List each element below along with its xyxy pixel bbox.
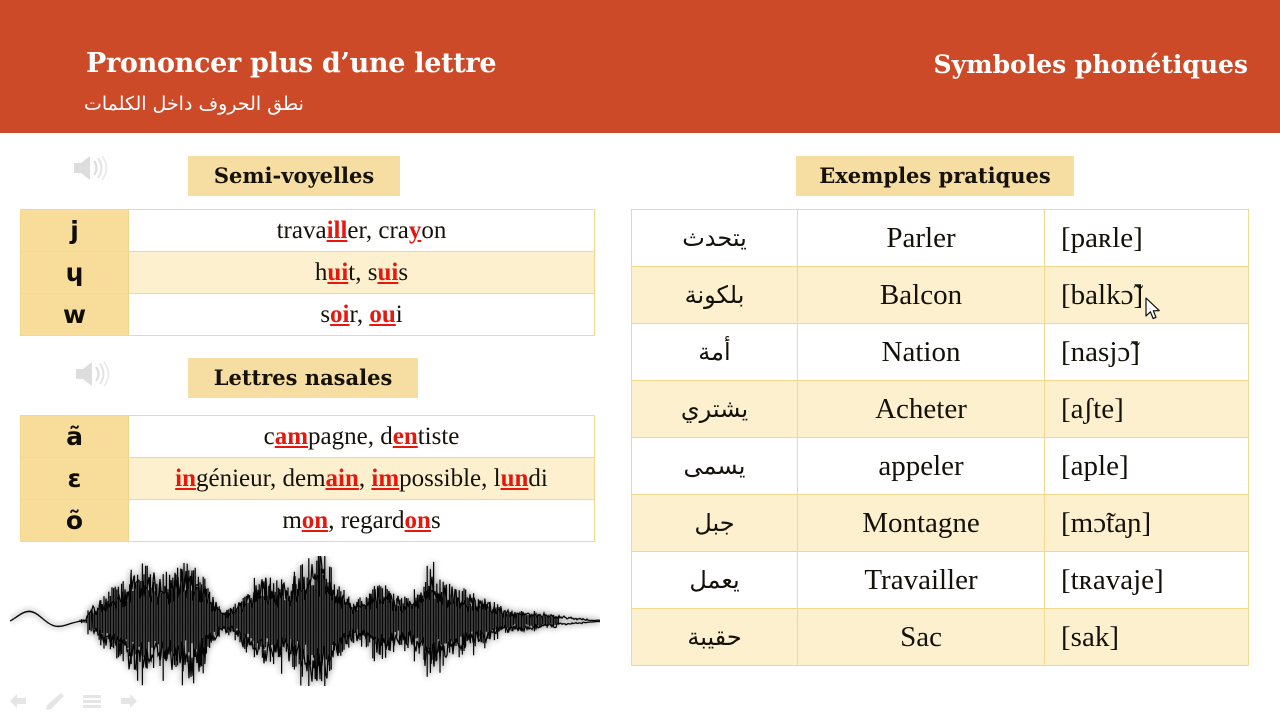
- phonetic-transcription: [sak]: [1044, 608, 1249, 666]
- semi-voyelle-examples: huit, suis: [128, 251, 595, 294]
- lettre-nasale-symbol: ã: [20, 415, 129, 458]
- menu-icon[interactable]: [82, 692, 102, 710]
- page-subtitle-arabic: نطق الحروف داخل الكلمات: [84, 93, 304, 115]
- exemples-pratiques-table: يتحدث Parler [paʀle] بلكونة Balcon [balkɔ̃] أم…: [631, 209, 1249, 666]
- table-row: يتحدث Parler [paʀle]: [631, 209, 1249, 267]
- semi-voyelles-table-body: j travailler, crayon ɥ huit, suis w soir, oui: [20, 209, 595, 336]
- page-title: Prononcer plus d’une lettre: [86, 48, 497, 79]
- table-row: ɥ huit, suis: [20, 251, 595, 294]
- speaker-icon[interactable]: [70, 152, 110, 184]
- semi-voyelle-symbol: ɥ: [20, 251, 129, 294]
- table-row: جبل Montagne [mɔ̃taɲ]: [631, 494, 1249, 552]
- arabic-word: يسمى: [631, 437, 798, 495]
- lettre-nasale-symbol: õ: [20, 499, 129, 542]
- table-row: ã campagne, dentiste: [20, 415, 595, 458]
- phonetic-transcription: [mɔ̃taɲ]: [1044, 494, 1249, 552]
- phonetic-transcription: [aple]: [1044, 437, 1249, 495]
- arabic-word: بلكونة: [631, 266, 798, 324]
- semi-voyelles-table: j travailler, crayon ɥ huit, suis w soir, oui: [20, 209, 595, 336]
- semi-voyelle-symbol: w: [20, 293, 129, 336]
- phonetic-transcription: [paʀle]: [1044, 209, 1249, 267]
- table-row: w soir, oui: [20, 293, 595, 336]
- mouse-pointer: [1145, 297, 1160, 320]
- table-row: يسمى appeler [aple]: [631, 437, 1249, 495]
- phonetic-transcription: [nasjɔ̃]: [1044, 323, 1249, 381]
- section-title-lettres-nasales: Lettres nasales: [188, 358, 418, 398]
- arabic-word: حقيبة: [631, 608, 798, 666]
- lettre-nasale-examples: campagne, dentiste: [128, 415, 595, 458]
- table-row: أمة Nation [nasjɔ̃]: [631, 323, 1249, 381]
- phonetic-transcription: [aʃte]: [1044, 380, 1249, 438]
- table-row: يشتري Acheter [aʃte]: [631, 380, 1249, 438]
- audio-waveform-graphic: [10, 556, 600, 686]
- presentation-toolbar[interactable]: [8, 692, 139, 710]
- arabic-word: يشتري: [631, 380, 798, 438]
- semi-voyelle-symbol: j: [20, 209, 129, 252]
- section-title-exemples-pratiques: Exemples pratiques: [796, 156, 1074, 196]
- slide-header: Prononcer plus d’une lettre نطق الحروف د…: [0, 0, 1280, 133]
- french-word: Nation: [797, 323, 1045, 381]
- french-word: Acheter: [797, 380, 1045, 438]
- lettre-nasale-examples: ingénieur, demain, impossible, lundi: [128, 457, 595, 500]
- french-word: appeler: [797, 437, 1045, 495]
- french-word: Travailler: [797, 551, 1045, 609]
- arabic-word: جبل: [631, 494, 798, 552]
- french-word: Parler: [797, 209, 1045, 267]
- arabic-word: يعمل: [631, 551, 798, 609]
- lettre-nasale-examples: mon, regardons: [128, 499, 595, 542]
- table-row: حقيبة Sac [sak]: [631, 608, 1249, 666]
- lettre-nasale-symbol: ɛ: [20, 457, 129, 500]
- pen-icon[interactable]: [45, 692, 65, 710]
- presentation-slide: Prononcer plus d’une lettre نطق الحروف د…: [0, 0, 1280, 720]
- previous-slide-icon[interactable]: [8, 692, 28, 710]
- exemples-pratiques-table-body: يتحدث Parler [paʀle] بلكونة Balcon [balkɔ̃] أم…: [631, 209, 1249, 666]
- section-title-semi-voyelles: Semi-voyelles: [188, 156, 400, 196]
- table-row: j travailler, crayon: [20, 209, 595, 252]
- table-row: õ mon, regardons: [20, 499, 595, 542]
- header-right-title: Symboles phonétiques: [933, 50, 1248, 79]
- lettres-nasales-table: ã campagne, dentiste ɛ ingénieur, demain, i…: [20, 415, 595, 542]
- french-word: Balcon: [797, 266, 1045, 324]
- french-word: Montagne: [797, 494, 1045, 552]
- table-row: ɛ ingénieur, demain, impossible, lundi: [20, 457, 595, 500]
- phonetic-transcription: [tʀavaje]: [1044, 551, 1249, 609]
- semi-voyelle-examples: soir, oui: [128, 293, 595, 336]
- arabic-word: أمة: [631, 323, 798, 381]
- speaker-icon[interactable]: [72, 358, 112, 390]
- next-slide-icon[interactable]: [119, 692, 139, 710]
- semi-voyelle-examples: travailler, crayon: [128, 209, 595, 252]
- arabic-word: يتحدث: [631, 209, 798, 267]
- french-word: Sac: [797, 608, 1045, 666]
- lettres-nasales-table-body: ã campagne, dentiste ɛ ingénieur, demain, i…: [20, 415, 595, 542]
- table-row: يعمل Travailler [tʀavaje]: [631, 551, 1249, 609]
